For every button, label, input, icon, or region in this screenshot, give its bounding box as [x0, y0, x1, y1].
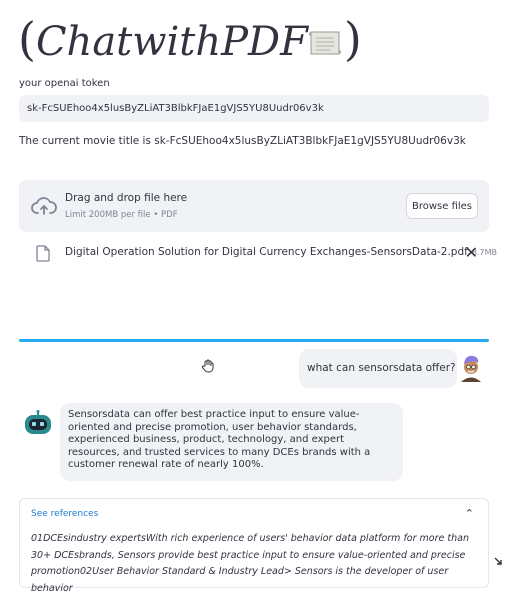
file-name-text: Digital Operation Solution for Digital C… — [65, 246, 468, 258]
cloud-upload-icon — [31, 196, 57, 220]
references-text: 01DCEsindustry expertsWith rich experien… — [31, 533, 469, 594]
app-title: (ChatwithPDF) — [18, 6, 478, 72]
references-title[interactable]: See references — [31, 509, 98, 519]
hand-cursor-icon — [201, 358, 215, 377]
user-avatar — [458, 352, 484, 388]
dropzone-limit: Limit 200MB per file • PDF — [65, 210, 178, 220]
dropzone-instructions: Drag and drop file here — [65, 192, 188, 204]
title-text: ChatwithPDF — [35, 19, 308, 65]
robot-avatar — [23, 410, 53, 442]
title-close-paren: ) — [343, 12, 362, 66]
divider — [19, 339, 489, 342]
movie-title-text: The current movie title is sk-FcSUEhoo4x… — [19, 135, 466, 147]
bot-message: Sensorsdata can offer best practice inpu… — [60, 403, 403, 481]
references-expander[interactable]: See references ⌃ 01DCEsindustry expertsW… — [19, 498, 489, 594]
token-input[interactable]: sk-FcSUEhoo4x5lusByZLiAT3BlbkFJaE1gVJS5Y… — [19, 95, 489, 122]
resize-handle-icon[interactable] — [493, 556, 503, 569]
chevron-up-icon[interactable]: ⌃ — [465, 507, 474, 520]
close-icon[interactable]: ✕ — [465, 243, 478, 263]
uploaded-file-row: Digital Operation Solution for Digital C… — [36, 243, 497, 266]
title-open-paren: ( — [18, 12, 36, 66]
file-dropzone[interactable]: Drag and drop file here Limit 200MB per … — [19, 180, 489, 232]
browse-files-button[interactable]: Browse files — [406, 193, 478, 219]
scroll-icon — [308, 12, 342, 78]
token-label: your openai token — [19, 78, 110, 89]
file-name: Digital Operation Solution for Digital C… — [65, 246, 497, 258]
file-icon — [36, 245, 50, 266]
user-message: what can sensorsdata offer? — [299, 349, 457, 388]
